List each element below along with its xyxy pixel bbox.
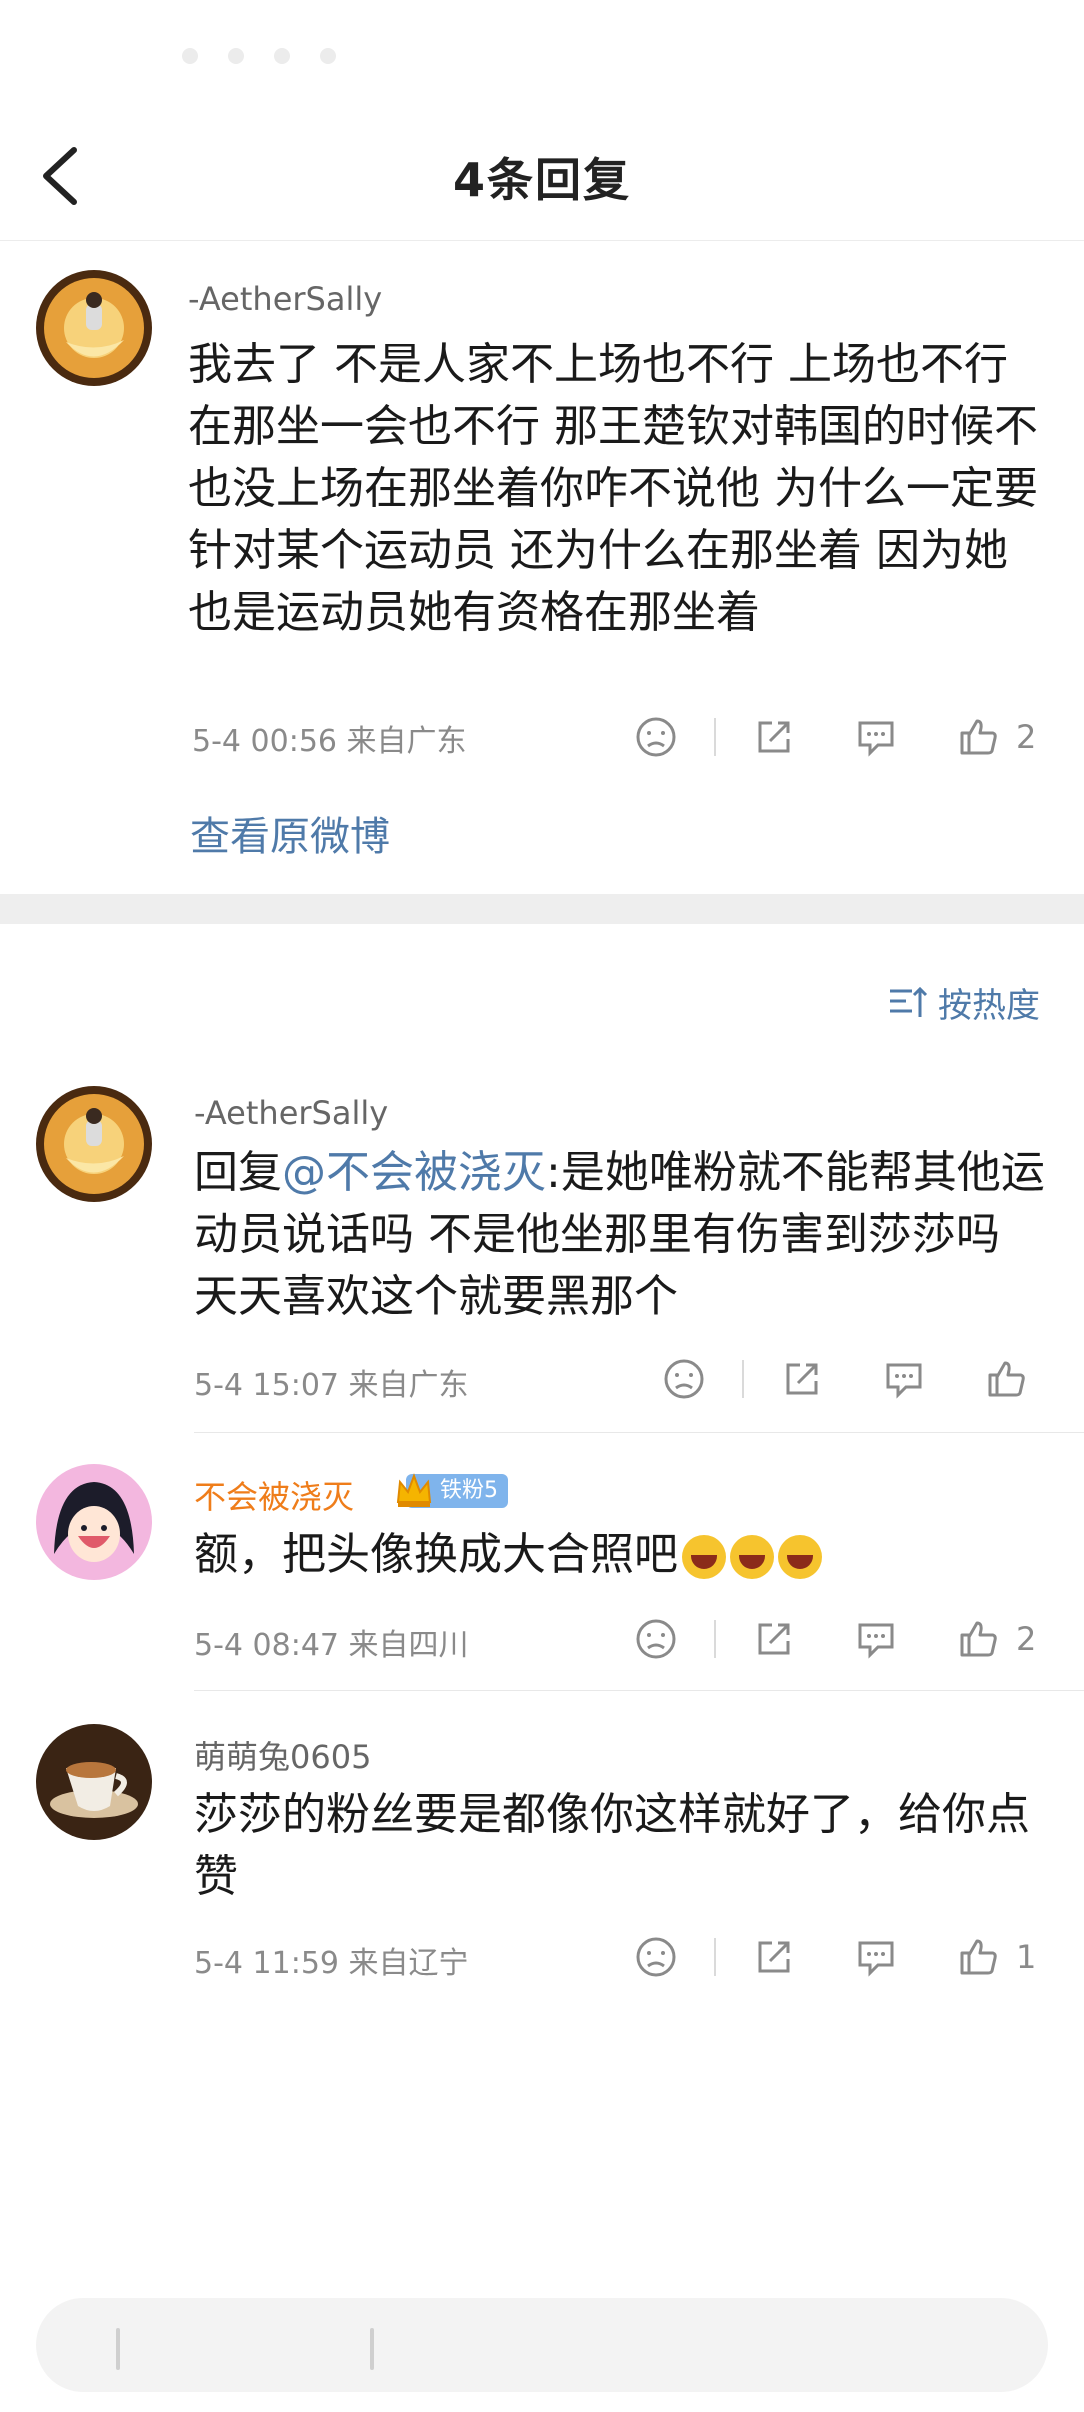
- page-title: 4条回复: [452, 153, 631, 207]
- dislike-button[interactable]: [660, 1355, 708, 1403]
- reply-meta: 5-4 15:07 来自广东: [194, 1368, 469, 1403]
- reply-actions: 2: [632, 1614, 1036, 1664]
- share-button[interactable]: [750, 1933, 798, 1981]
- avatar-image: [36, 1086, 152, 1202]
- comment-button[interactable]: [852, 1933, 900, 1981]
- dislike-icon: [636, 717, 676, 757]
- dislike-button[interactable]: [632, 1933, 680, 1981]
- status-bar: [0, 0, 1084, 110]
- username[interactable]: 不会被浇灭: [194, 1472, 354, 1518]
- dislike-icon: [636, 1937, 676, 1977]
- reply-text: 回复@不会被浇灭:是她唯粉就不能帮其他运动员说话吗 不是他坐那里有伤害到莎莎吗 …: [194, 1142, 1054, 1328]
- avatar-image: [36, 270, 152, 386]
- username[interactable]: -AetherSally: [188, 280, 382, 318]
- reply-meta: 5-4 08:47 来自四川: [194, 1628, 469, 1663]
- sort-button[interactable]: 按热度: [888, 978, 1040, 1027]
- reply-actions: [660, 1354, 1044, 1404]
- comment-icon: [886, 1363, 922, 1399]
- post-actions: 2: [632, 712, 1036, 762]
- username[interactable]: 萌萌兔0605: [194, 1732, 371, 1778]
- share-icon: [758, 721, 790, 753]
- share-icon: [786, 1363, 818, 1395]
- divider: [194, 1432, 1084, 1433]
- avatar-image: [36, 1464, 152, 1580]
- comment-icon: [858, 1941, 894, 1977]
- like-button[interactable]: [954, 713, 1002, 761]
- comment-icon: [858, 1623, 894, 1659]
- laugh-emoji-icon: [730, 1535, 774, 1579]
- reply-text: 莎莎的粉丝要是都像你这样就好了，给你点赞: [194, 1789, 1030, 1902]
- like-count: 1: [1016, 1938, 1037, 1976]
- like-count: 2: [1016, 1620, 1037, 1658]
- reply-body: 额，把头像换成大合照吧: [194, 1529, 678, 1580]
- comment-button[interactable]: [852, 713, 900, 761]
- dislike-icon: [664, 1359, 704, 1399]
- dislike-button[interactable]: [632, 1615, 680, 1663]
- like-button[interactable]: [954, 1615, 1002, 1663]
- avatar[interactable]: [36, 270, 152, 386]
- like-icon: [960, 719, 997, 755]
- status-icons: [182, 48, 336, 64]
- reply-actions: 1: [632, 1932, 1036, 1982]
- reply-input[interactable]: [36, 2298, 1048, 2392]
- comment-button[interactable]: [852, 1615, 900, 1663]
- username[interactable]: -AetherSally: [194, 1094, 388, 1132]
- view-original-link[interactable]: 查看原微博: [190, 804, 390, 862]
- like-button[interactable]: [954, 1933, 1002, 1981]
- like-icon: [960, 1621, 997, 1657]
- post-text: 我去了 不是人家不上场也不行 上场也不行在那坐一会也不行 那王楚钦对韩国的时候不…: [188, 339, 1038, 638]
- avatar[interactable]: [36, 1464, 152, 1580]
- reply-prefix: 回复: [194, 1147, 282, 1198]
- mention-link[interactable]: @不会被浇灭: [282, 1147, 546, 1198]
- comment-button[interactable]: [880, 1355, 928, 1403]
- input-cursor: [116, 2328, 120, 2370]
- divider: [714, 718, 716, 756]
- dislike-icon: [636, 1619, 676, 1659]
- header: 4条回复: [0, 110, 1084, 241]
- divider: [194, 1690, 1084, 1691]
- dislike-button[interactable]: [632, 713, 680, 761]
- divider: [714, 1620, 716, 1658]
- divider: [714, 1938, 716, 1976]
- like-icon: [960, 1939, 997, 1975]
- avatar[interactable]: [36, 1724, 152, 1840]
- reply-text: 额，把头像换成大合照吧: [194, 1524, 1054, 1586]
- share-button[interactable]: [778, 1355, 826, 1403]
- section-divider: [0, 894, 1084, 924]
- input-cursor: [370, 2328, 374, 2370]
- share-icon: [758, 1941, 790, 1973]
- sort-label: 按热度: [938, 986, 1040, 1026]
- divider: [742, 1360, 744, 1398]
- avatar-image: [36, 1724, 152, 1840]
- reply-meta: 5-4 11:59 来自辽宁: [194, 1946, 469, 1981]
- avatar[interactable]: [36, 1086, 152, 1202]
- share-icon: [758, 1623, 790, 1655]
- laugh-emoji-group: [682, 1535, 822, 1579]
- laugh-emoji-icon: [682, 1535, 726, 1579]
- post-meta: 5-4 00:56 来自广东: [192, 724, 467, 759]
- share-button[interactable]: [750, 1615, 798, 1663]
- like-count: 2: [1016, 718, 1037, 756]
- comment-icon: [858, 721, 894, 757]
- laugh-emoji-icon: [778, 1535, 822, 1579]
- share-button[interactable]: [750, 713, 798, 761]
- fan-badge: 铁粉5: [394, 1472, 508, 1510]
- like-icon: [988, 1361, 1025, 1397]
- crown-icon: [396, 1473, 432, 1507]
- sort-icon: [890, 986, 928, 1017]
- like-button[interactable]: [982, 1355, 1030, 1403]
